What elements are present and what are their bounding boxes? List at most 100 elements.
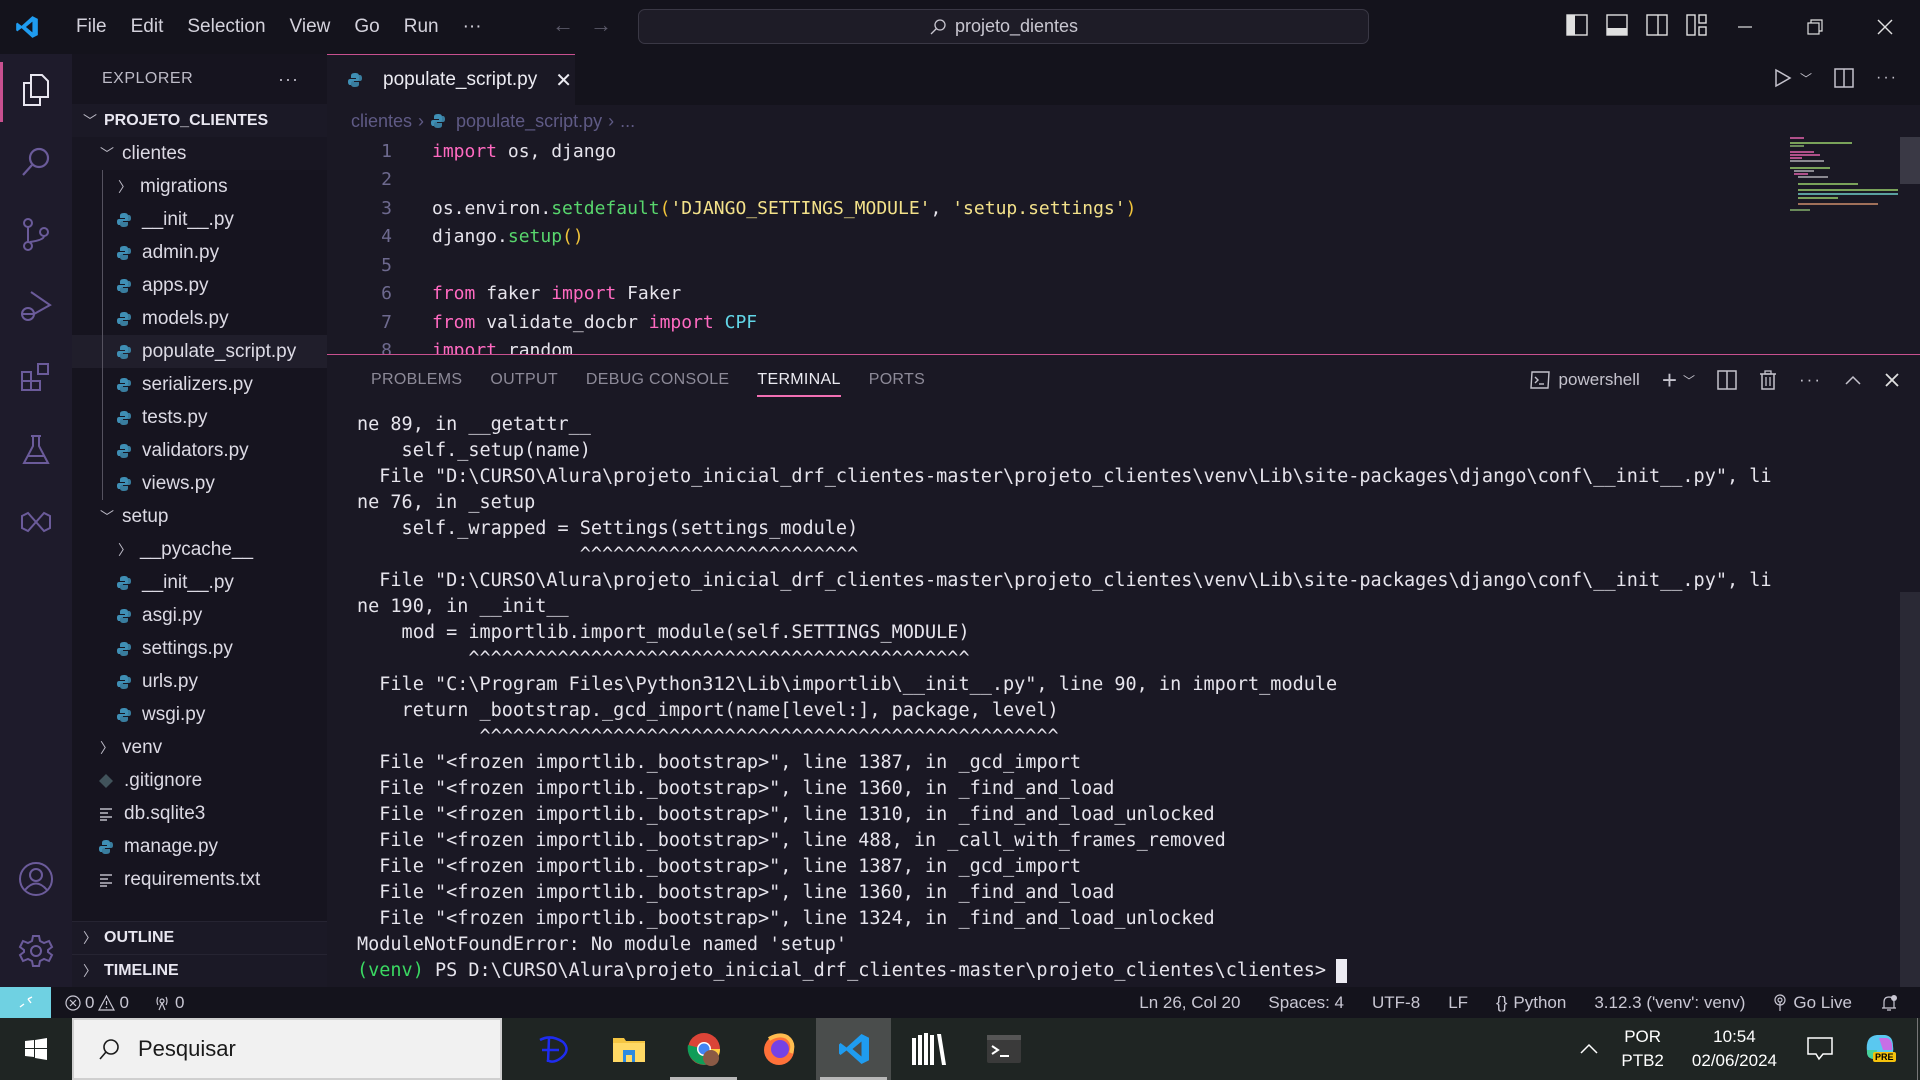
tab-populate-script[interactable]: populate_script.py ✕ xyxy=(327,54,575,105)
close-panel-icon[interactable] xyxy=(1884,372,1900,388)
menu-run[interactable]: Run xyxy=(392,0,451,54)
menu-selection[interactable]: Selection xyxy=(175,0,277,54)
tree-file[interactable]: admin.py xyxy=(72,236,327,269)
notifications-bell-icon[interactable] xyxy=(1880,994,1898,1012)
restore-button[interactable] xyxy=(1780,0,1850,54)
terminal-prompt[interactable]: (venv) PS D:\CURSO\Alura\projeto_inicial… xyxy=(357,958,1890,984)
activity-explorer[interactable] xyxy=(0,54,72,126)
run-python-file-icon[interactable] xyxy=(1774,68,1792,88)
close-tab-icon[interactable]: ✕ xyxy=(555,68,572,93)
command-center-search[interactable]: projeto_dientes xyxy=(638,9,1369,44)
input-language[interactable]: POR PTB2 xyxy=(1621,1025,1664,1073)
tree-file[interactable]: db.sqlite3 xyxy=(72,797,327,830)
editor-scrollbar[interactable] xyxy=(1900,137,1920,354)
minimap[interactable] xyxy=(1790,137,1900,354)
tree-file[interactable]: settings.py xyxy=(72,632,327,665)
editor-more-actions-icon[interactable]: ··· xyxy=(1876,69,1898,87)
taskbar-disney-plus[interactable] xyxy=(516,1018,591,1080)
forward-arrow-icon[interactable]: → xyxy=(590,12,612,38)
panel-more-actions-icon[interactable]: ··· xyxy=(1799,370,1822,390)
show-hidden-icons-chevron-up-icon[interactable] xyxy=(1579,1043,1599,1055)
remote-indicator[interactable] xyxy=(0,987,51,1018)
taskbar-terminal[interactable] xyxy=(966,1018,1041,1080)
tree-file[interactable]: asgi.py xyxy=(72,599,327,632)
editor-scrollbar-thumb[interactable] xyxy=(1900,137,1920,184)
tree-file[interactable]: serializers.py xyxy=(72,368,327,401)
tree-file[interactable]: wsgi.py xyxy=(72,698,327,731)
code-editor[interactable]: 1 import os, django 2 3 os.environ.setdefaul… xyxy=(327,137,1827,354)
split-terminal-icon[interactable] xyxy=(1717,370,1737,390)
menu-go[interactable]: Go xyxy=(342,0,391,54)
terminal-scrollbar[interactable] xyxy=(1900,592,1920,988)
copilot-button[interactable]: PRE xyxy=(1863,1032,1897,1066)
trash-icon[interactable] xyxy=(1759,370,1777,390)
taskbar-vscode[interactable] xyxy=(816,1018,891,1080)
tree-folder[interactable]: 〉 migrations xyxy=(72,170,327,203)
tree-file[interactable]: requirements.txt xyxy=(72,863,327,896)
explorer-more-actions[interactable]: ··· xyxy=(278,69,299,90)
end-of-line[interactable]: LF xyxy=(1448,993,1468,1013)
start-button[interactable] xyxy=(0,1018,72,1080)
taskbar-search[interactable]: Pesquisar xyxy=(72,1018,502,1080)
activity-search[interactable] xyxy=(0,126,72,198)
taskbar-file-explorer[interactable] xyxy=(591,1018,666,1080)
go-live-button[interactable]: Go Live xyxy=(1773,993,1852,1013)
tree-file[interactable]: populate_script.py xyxy=(72,335,327,368)
tree-file[interactable]: views.py xyxy=(72,467,327,500)
customize-layout-icon[interactable] xyxy=(1686,14,1708,36)
tree-file[interactable]: __init__.py xyxy=(72,566,327,599)
tree-file[interactable]: validators.py xyxy=(72,434,327,467)
clock[interactable]: 10:54 02/06/2024 xyxy=(1692,1025,1777,1073)
ports-indicator[interactable]: 0 xyxy=(153,993,184,1013)
problems-indicator[interactable]: 0 0 xyxy=(65,993,129,1013)
tree-folder[interactable]: ﹀ clientes xyxy=(72,137,327,170)
toggle-secondary-sidebar-icon[interactable] xyxy=(1646,14,1668,36)
close-window-button[interactable] xyxy=(1850,0,1920,54)
indentation[interactable]: Spaces: 4 xyxy=(1268,993,1344,1013)
tab-debug-console[interactable]: DEBUG CONSOLE xyxy=(572,355,744,405)
tree-folder[interactable]: 〉 venv xyxy=(72,731,327,764)
python-interpreter[interactable]: 3.12.3 ('venv': venv) xyxy=(1594,993,1745,1013)
activity-extensions[interactable] xyxy=(0,342,72,414)
tree-file[interactable]: __init__.py xyxy=(72,203,327,236)
menu-file[interactable]: File xyxy=(64,0,119,54)
tree-file[interactable]: models.py xyxy=(72,302,327,335)
activity-visual-studio[interactable] xyxy=(0,486,72,558)
taskbar-chrome[interactable] xyxy=(666,1018,741,1080)
tree-folder[interactable]: ﹀ setup xyxy=(72,500,327,533)
project-folder-header[interactable]: ﹀ PROJETO_CLIENTES xyxy=(72,104,327,137)
menu-view[interactable]: View xyxy=(278,0,343,54)
activity-settings[interactable] xyxy=(0,915,72,987)
toggle-panel-icon[interactable] xyxy=(1606,14,1628,36)
breadcrumb-folder[interactable]: clientes xyxy=(351,111,412,132)
tree-file[interactable]: apps.py xyxy=(72,269,327,302)
tree-file[interactable]: tests.py xyxy=(72,401,327,434)
cursor-position[interactable]: Ln 26, Col 20 xyxy=(1139,993,1240,1013)
notification-center-icon[interactable] xyxy=(1807,1037,1833,1061)
breadcrumb-symbol[interactable]: ... xyxy=(620,111,635,132)
tree-file[interactable]: manage.py xyxy=(72,830,327,863)
timeline-section[interactable]: 〉 TIMELINE xyxy=(72,954,327,987)
activity-accounts[interactable] xyxy=(0,843,72,915)
maximize-panel-chevron-up-icon[interactable] xyxy=(1844,374,1862,386)
terminal-shell-selector[interactable]: powershell xyxy=(1529,370,1640,390)
tree-file[interactable]: .gitignore xyxy=(72,764,327,797)
tab-terminal[interactable]: TERMINAL xyxy=(743,355,854,405)
menu-edit[interactable]: Edit xyxy=(119,0,176,54)
menu-more[interactable]: ··· xyxy=(451,0,494,54)
activity-testing[interactable] xyxy=(0,414,72,486)
tab-ports[interactable]: PORTS xyxy=(855,355,939,405)
new-terminal-icon[interactable]: + xyxy=(1662,367,1677,393)
taskbar-firefox[interactable] xyxy=(741,1018,816,1080)
split-editor-icon[interactable] xyxy=(1834,68,1854,88)
toggle-primary-sidebar-icon[interactable] xyxy=(1566,14,1588,36)
tree-file[interactable]: urls.py xyxy=(72,665,327,698)
outline-section[interactable]: 〉 OUTLINE xyxy=(72,921,327,954)
tab-output[interactable]: OUTPUT xyxy=(476,355,572,405)
back-arrow-icon[interactable]: ← xyxy=(552,12,574,38)
tree-folder[interactable]: 〉 __pycache__ xyxy=(72,533,327,566)
taskbar-library[interactable] xyxy=(891,1018,966,1080)
run-dropdown-chevron-icon[interactable]: ﹀ xyxy=(1800,70,1812,87)
activity-source-control[interactable] xyxy=(0,198,72,270)
terminal-dropdown-chevron-icon[interactable]: ﹀ xyxy=(1683,372,1695,389)
